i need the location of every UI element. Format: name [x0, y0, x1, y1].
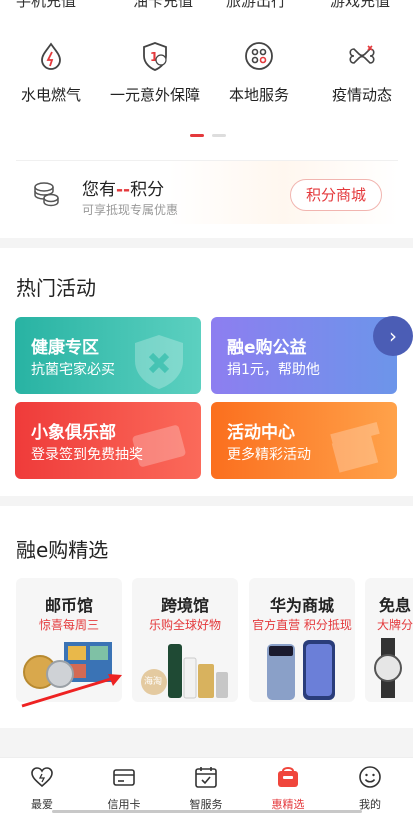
card-elephant-club[interactable]: 小象俱乐部 登录签到免费抽奖 [15, 402, 201, 479]
page-dot-active [190, 134, 204, 137]
carousel-next-button[interactable]: › [373, 316, 413, 356]
pick-name: 邮币馆 [44, 596, 93, 615]
tab-mine[interactable]: 我的 [329, 764, 411, 812]
service-local-label: 本地服务 [228, 86, 289, 104]
service-label-travel[interactable]: 旅游出行 [226, 0, 286, 11]
smiley-profile-icon [359, 766, 381, 788]
watch-image [374, 638, 402, 698]
service-insurance[interactable]: 1 一元意外保障 [100, 40, 210, 105]
credit-card-icon [113, 769, 135, 786]
utility-drop-icon [41, 42, 61, 70]
points-text: 您有--积分 [82, 175, 164, 200]
card-subtitle: 抗菌宅家必买 [31, 362, 115, 378]
tab-favorites[interactable]: 最爱 [1, 764, 83, 812]
phones-image [267, 640, 335, 700]
pick-name: 华为商城 [269, 596, 334, 615]
tab-smart-service[interactable]: 智服务 [165, 764, 247, 812]
shield-cross-icon [135, 335, 183, 389]
card-subtitle: 登录签到免费抽奖 [31, 447, 143, 463]
service-utilities[interactable]: 水电燃气 [0, 40, 106, 105]
page-dot [212, 134, 227, 137]
services-section: 手机充值 油卡充值 旅游出行 游戏充值 水电燃气 1 一元意外保障 本地服务 疫… [0, 0, 413, 238]
cosmetics-image [141, 644, 228, 699]
service-insurance-label: 一元意外保障 [109, 86, 200, 104]
service-utilities-label: 水电燃气 [20, 86, 81, 104]
pick-interest-free[interactable]: 免息 大牌分 [365, 578, 413, 702]
local-service-icon [245, 42, 273, 70]
top-service-labels-row: 手机充值 油卡充值 旅游出行 游戏充值 [0, 0, 413, 10]
service-label-phone-topup[interactable]: 手机充值 [16, 0, 76, 11]
card-title: 健康专区 [31, 338, 99, 358]
calendar-service-icon [195, 767, 217, 788]
pick-name: 跨境馆 [160, 596, 209, 615]
pick-subtitle: 乐购全球好物 [148, 618, 221, 632]
epidemic-icon [349, 45, 375, 64]
service-local[interactable]: 本地服务 [204, 40, 314, 105]
heart-icon [31, 767, 53, 788]
points-mall-button[interactable]: 积分商城 [290, 179, 382, 211]
pick-subtitle: 惊喜每周三 [38, 618, 99, 632]
picks-title: 融e购精选 [16, 538, 109, 562]
card-subtitle: 更多精彩活动 [227, 447, 311, 463]
insurance-shield-icon: 1 [143, 42, 167, 71]
gift-box-icon [330, 421, 380, 473]
coins-icon [34, 182, 59, 207]
card-activity-center[interactable]: 活动中心 更多精彩活动 [211, 402, 397, 479]
gift-bag-icon [278, 767, 298, 787]
hot-activities-title: 热门活动 [16, 276, 96, 300]
tab-credit-card[interactable]: 信用卡 [83, 764, 165, 812]
tab-hui-picks[interactable]: 惠精选 [247, 764, 329, 812]
haitao-tag: 海淘 [144, 677, 163, 687]
pick-cross-border-hall[interactable]: 跨境馆 乐购全球好物 海淘 [132, 578, 238, 702]
pick-subtitle: 大牌分 [376, 618, 413, 632]
points-banner[interactable]: 您有--积分 可享抵现专属优惠 积分商城 [16, 160, 398, 224]
home-indicator [52, 810, 362, 813]
ticket-icon [132, 425, 186, 467]
pick-subtitle: 官方直营 积分抵现 [252, 618, 352, 632]
pick-huawei-mall[interactable]: 华为商城 官方直营 积分抵现 [249, 578, 355, 702]
page-indicator [190, 134, 229, 153]
annotation-arrow [21, 674, 122, 708]
card-subtitle: 捐1元，帮助他 [227, 362, 320, 378]
card-health-zone[interactable]: 健康专区 抗菌宅家必买 [15, 317, 201, 394]
card-title: 融e购公益 [227, 338, 307, 358]
service-epidemic[interactable]: 疫情动态 [307, 40, 413, 105]
points-hint: 可享抵现专属优惠 [82, 203, 179, 217]
pick-name: 免息 [378, 596, 411, 615]
card-title: 活动中心 [227, 423, 295, 443]
card-title: 小象俱乐部 [31, 423, 116, 443]
services-row: 水电燃气 1 一元意外保障 本地服务 疫情动态 [0, 40, 413, 110]
card-charity[interactable]: 融e购公益 捐1元，帮助他 [211, 317, 397, 394]
service-label-fuel-card[interactable]: 油卡充值 [133, 0, 193, 11]
points-prefix: 您有 [82, 180, 116, 200]
points-value: -- [116, 180, 131, 200]
bottom-tab-bar: 最爱 信用卡 智服务 惠精选 我的 [0, 757, 413, 815]
points-suffix: 积分 [130, 180, 165, 200]
hot-activities-section: 热门活动 健康专区 抗菌宅家必买 融e购公益 捐1元，帮助他 小象俱乐部 登录签… [0, 248, 413, 496]
service-label-game[interactable]: 游戏充值 [330, 0, 390, 11]
service-epidemic-label: 疫情动态 [331, 86, 392, 104]
